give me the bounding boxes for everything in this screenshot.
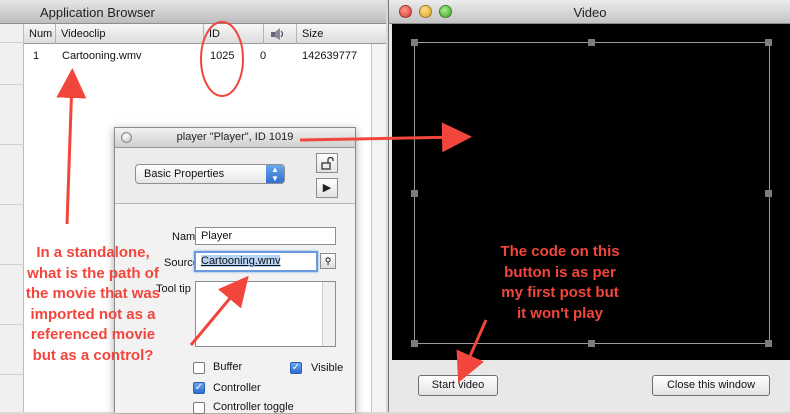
left-note-line: the movie that was xyxy=(25,285,161,302)
arrow-to-videoclip xyxy=(56,68,87,225)
left-note-line: referenced movie xyxy=(30,326,156,343)
id-highlight-circle xyxy=(200,21,244,97)
right-note-line: my first post but xyxy=(501,284,619,301)
arrow-to-video-window xyxy=(299,122,472,153)
arrow-to-source-field xyxy=(189,275,249,346)
left-annotation-text: In a standalone, what is the path of the… xyxy=(4,243,182,366)
left-note-line: what is the path of xyxy=(27,264,159,282)
left-note-line: but as a control? xyxy=(32,346,154,364)
left-note-line: imported not as a xyxy=(30,305,156,323)
left-note-line: In a standalone, xyxy=(36,244,150,261)
right-note-line: The code on this xyxy=(500,243,620,260)
right-annotation-text: The code on this button is as per my fir… xyxy=(480,242,640,324)
right-note-line: it won't play xyxy=(516,304,604,322)
arrow-to-start-button xyxy=(456,319,488,383)
right-note-line: button is as per xyxy=(504,263,616,281)
